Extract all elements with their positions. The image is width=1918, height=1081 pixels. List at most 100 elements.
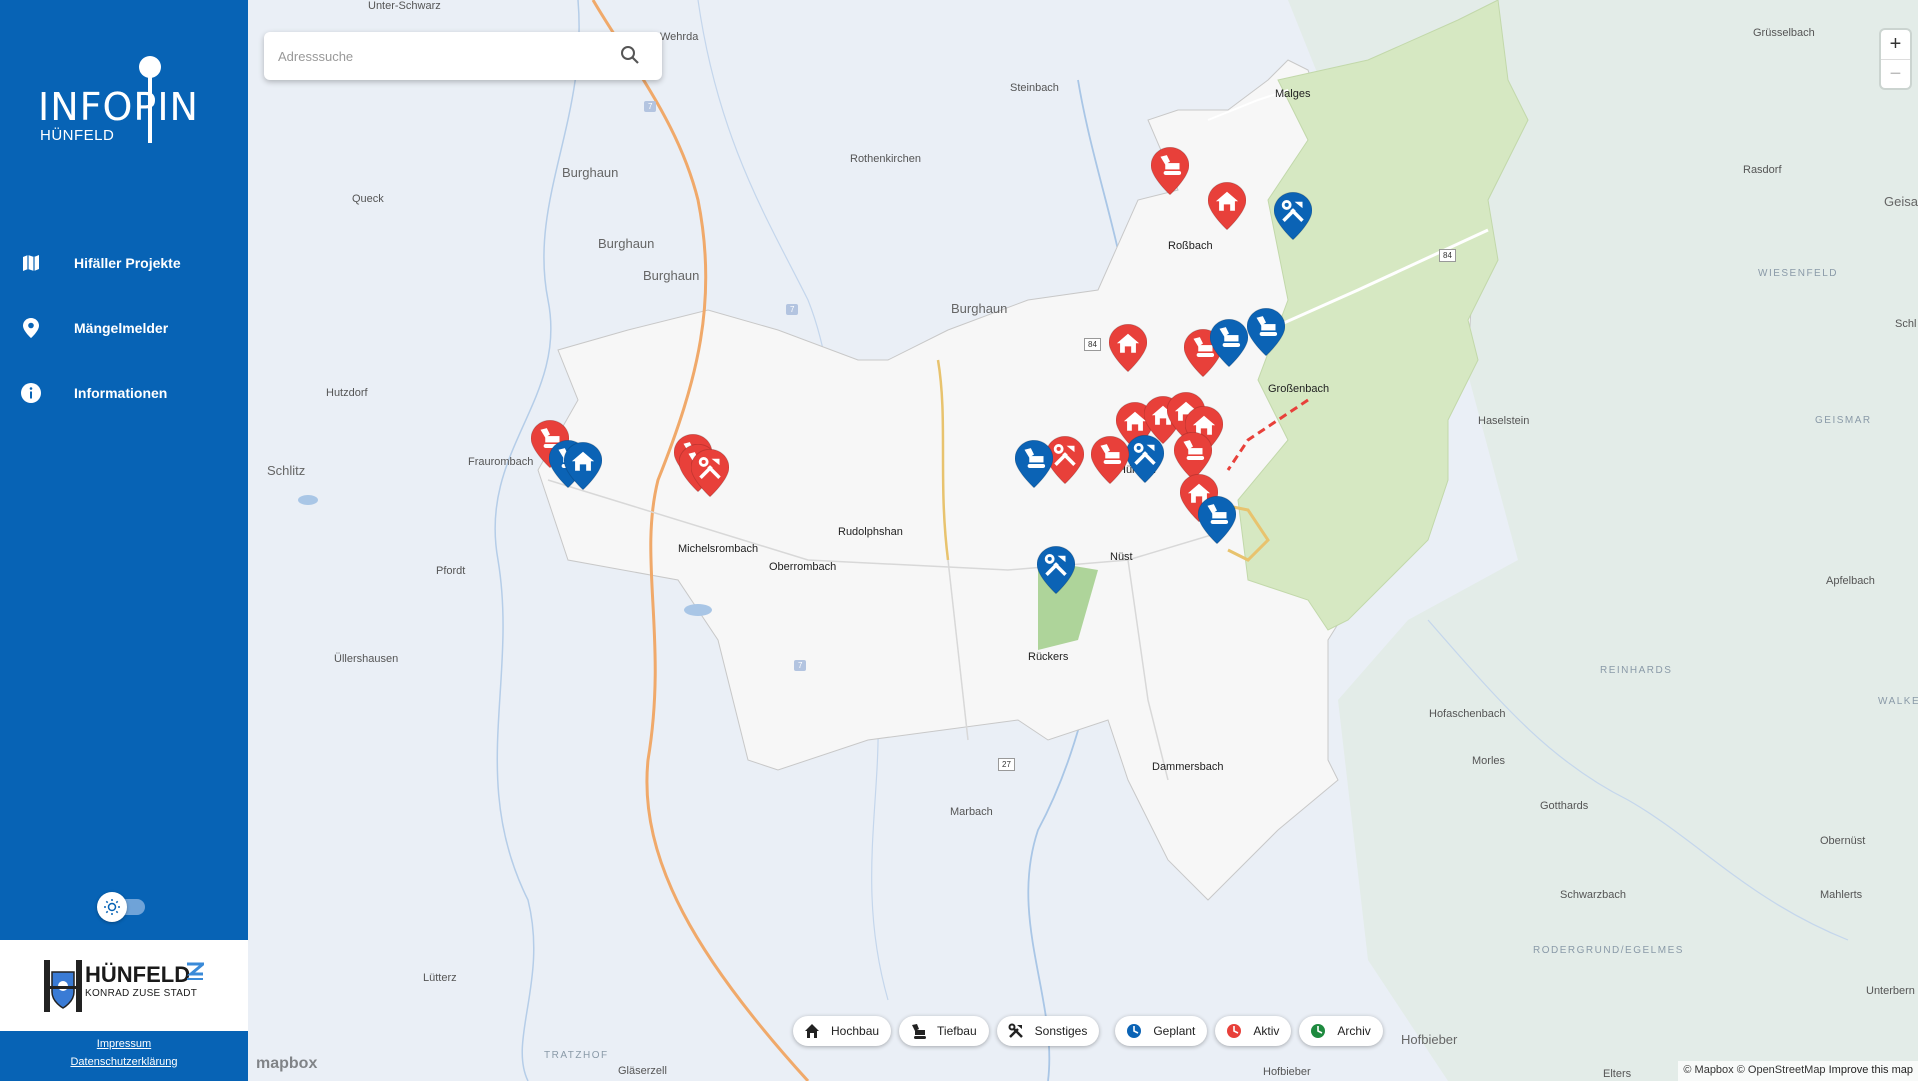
legend-label: Sonstiges [1034,1024,1088,1038]
road-shield: 84 [1439,249,1456,262]
clock-blue-icon [1125,1022,1143,1040]
theme-toggle[interactable] [97,892,149,922]
project-pin-aktiv-hochbau[interactable] [1207,181,1247,231]
osm-attribution-link[interactable]: © OpenStreetMap [1737,1064,1826,1076]
legend-label: Archiv [1337,1024,1371,1038]
place-label: Burghaun [562,165,619,180]
legend-chip-tiefbau[interactable]: Tiefbau [899,1016,989,1046]
place-label: Oberrombach [769,561,837,573]
place-label: Pfordt [436,565,466,577]
place-label: Schl [1895,318,1917,330]
city-logo[interactable]: HÜNFELD KONRAD ZUSE STADT [0,940,248,1031]
logo-title: INFOPIN [38,85,199,129]
zoom-in-button[interactable]: + [1881,30,1910,59]
project-pin-aktiv-tiefbau[interactable] [1173,431,1213,481]
project-pin-geplant-sonstiges[interactable] [1273,191,1313,241]
place-label: TRATZHOF [544,1050,609,1061]
road-shield: 7 [794,660,807,671]
place-label: Rasdorf [1743,164,1782,176]
sun-icon [97,892,127,922]
place-label: Burghaun [643,268,700,283]
map-icon [20,252,42,274]
city-name: HÜNFELD [85,962,191,987]
place-label: Apfelbach [1826,575,1875,587]
logo-pin-icon [139,56,161,143]
place-label: Schlitz [267,463,306,478]
place-label: Roßbach [1168,240,1213,252]
project-pin-geplant-tiefbau[interactable] [1014,439,1054,489]
place-label: Gotthards [1540,800,1589,812]
zoom-control: + − [1881,30,1910,88]
map[interactable]: Unter-Schwarz Wehrda Steinbach Rothenkir… [248,0,1918,1081]
mapbox-attribution-link[interactable]: © Mapbox [1683,1064,1733,1076]
legend-chip-archiv[interactable]: Archiv [1299,1016,1383,1046]
project-pin-geplant-sonstiges[interactable] [1125,434,1165,484]
info-icon [20,382,42,404]
project-pin-geplant-sonstiges[interactable] [1036,545,1076,595]
place-label: Üllershausen [334,653,399,665]
place-label: Unter-Schwarz [368,0,441,12]
infopin-logo[interactable]: INFOPIN HÜNFELD [38,55,218,150]
place-label: Hofbieber [1263,1066,1311,1078]
legend-label: Aktiv [1253,1024,1280,1038]
place-label: Obernüst [1820,835,1866,847]
place-label: Burghaun [951,301,1008,316]
project-pin-geplant-tiefbau[interactable] [1209,318,1249,368]
place-label: Morles [1472,755,1506,767]
project-pin-aktiv-hochbau[interactable] [1108,323,1148,373]
excavator-icon [909,1022,927,1040]
project-pin-geplant-tiefbau[interactable] [1246,307,1286,357]
place-label: Mahlerts [1820,889,1863,901]
legend-chip-geplant[interactable]: Geplant [1115,1016,1208,1046]
impressum-link[interactable]: Impressum [0,1035,248,1053]
place-label: Hofbieber [1401,1032,1458,1047]
legend-chip-aktiv[interactable]: Aktiv [1215,1016,1292,1046]
sidebar-item-label: Mängelmelder [74,319,169,336]
city-crest-icon [44,960,82,1012]
mapbox-logo[interactable]: mapbox [256,1055,317,1073]
project-pin-geplant-hochbau[interactable] [563,441,603,491]
improve-map-link[interactable]: Improve this map [1829,1064,1913,1076]
sidebar-item-maengelmelder[interactable]: Mängelmelder [0,295,248,360]
project-pin-geplant-tiefbau[interactable] [1197,495,1237,545]
map-legend: Hochbau Tiefbau Sonstiges Geplant Aktiv … [793,1016,1383,1046]
datenschutz-link[interactable]: Datenschutzerklärung [0,1053,248,1071]
search-icon[interactable] [620,45,640,70]
place-label: Fraurombach [468,456,534,468]
project-pin-aktiv-sonstiges[interactable] [690,448,730,498]
address-search[interactable] [264,32,662,80]
place-label: WALKE [1878,696,1918,707]
place-label: Rückers [1028,651,1069,663]
place-label: WIESENFELD [1758,268,1839,279]
place-label: Hutzdorf [326,387,368,399]
place-label: Hofaschenbach [1429,708,1506,720]
place-label: Geisa [1884,194,1918,209]
legend-chip-sonstiges[interactable]: Sonstiges [996,1016,1100,1046]
logo-subtitle: HÜNFELD [40,127,115,144]
sidebar-item-projekte[interactable]: Hifäller Projekte [0,230,248,295]
place-label: Unterbern [1866,985,1915,997]
place-label: Burghaun [598,236,655,251]
legend-label: Tiefbau [937,1024,977,1038]
place-label: Haselstein [1478,415,1530,427]
project-pin-aktiv-tiefbau[interactable] [1090,435,1130,485]
place-label: Gläserzell [618,1065,667,1077]
legend-chip-hochbau[interactable]: Hochbau [793,1016,892,1046]
place-label: Großenbach [1268,383,1330,395]
place-label: Malges [1275,88,1311,100]
place-label: Schwarzbach [1560,889,1627,901]
place-label: REINHARDS [1600,665,1673,676]
road-shield: 7 [644,101,657,112]
project-pin-aktiv-tiefbau[interactable] [1150,146,1190,196]
sidebar-item-informationen[interactable]: Informationen [0,360,248,425]
legend-label: Geplant [1153,1024,1196,1038]
footer-links: Impressum Datenschutzerklärung [0,1035,248,1071]
place-label: RODERGRUND/EGELMES [1533,945,1684,956]
place-label: Nüst [1110,551,1133,563]
place-label: Michelsrombach [678,543,759,555]
road-shield: 7 [786,304,799,315]
zoom-out-button[interactable]: − [1881,59,1910,88]
sidebar-item-label: Informationen [74,384,168,401]
house-icon [803,1022,821,1040]
search-input[interactable] [278,48,608,64]
